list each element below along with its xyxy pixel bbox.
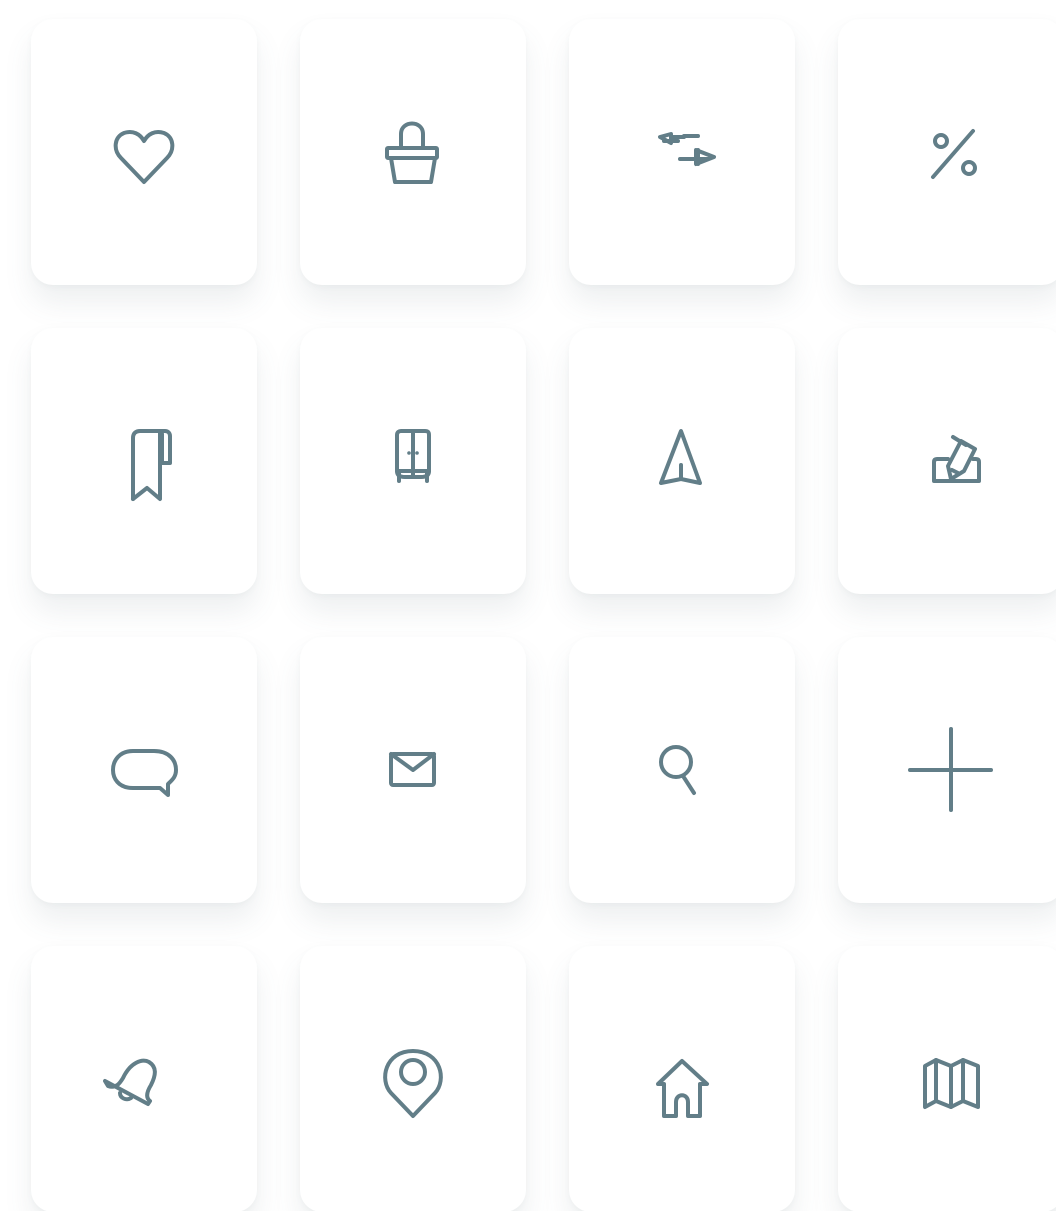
wardrobe-tile[interactable] <box>300 328 526 594</box>
transfer-arrows-icon <box>658 132 716 166</box>
home-tile[interactable] <box>569 946 795 1211</box>
mail-envelope-tile[interactable] <box>300 637 526 903</box>
chat-bubble-tile[interactable] <box>31 637 257 903</box>
icon-grid <box>0 0 1056 1211</box>
heart-icon <box>113 130 175 184</box>
search-icon <box>659 745 696 795</box>
bell-tile[interactable] <box>31 946 257 1211</box>
plus-tile[interactable] <box>838 637 1056 903</box>
navigation-arrow-icon <box>659 429 702 485</box>
location-pin-tile[interactable] <box>300 946 526 1211</box>
bookmark-icon <box>131 429 172 501</box>
heart-tile[interactable] <box>31 19 257 285</box>
shopping-basket-icon <box>385 121 439 184</box>
map-icon <box>923 1058 980 1109</box>
percent-tile[interactable] <box>838 19 1056 285</box>
search-tile[interactable] <box>569 637 795 903</box>
navigation-arrow-tile[interactable] <box>569 328 795 594</box>
wardrobe-icon <box>395 429 431 483</box>
mail-envelope-icon <box>389 752 436 787</box>
bookmark-tile[interactable] <box>31 328 257 594</box>
chat-bubble-icon <box>111 749 178 797</box>
edit-pencil-tile[interactable] <box>838 328 1056 594</box>
home-icon <box>656 1059 709 1118</box>
percent-icon <box>931 129 977 179</box>
map-tile[interactable] <box>838 946 1056 1211</box>
location-pin-icon <box>383 1049 443 1118</box>
shopping-basket-tile[interactable] <box>300 19 526 285</box>
transfer-arrows-tile[interactable] <box>569 19 795 285</box>
edit-pencil-icon <box>932 435 981 483</box>
bell-icon <box>103 1058 157 1106</box>
plus-icon <box>908 727 993 812</box>
